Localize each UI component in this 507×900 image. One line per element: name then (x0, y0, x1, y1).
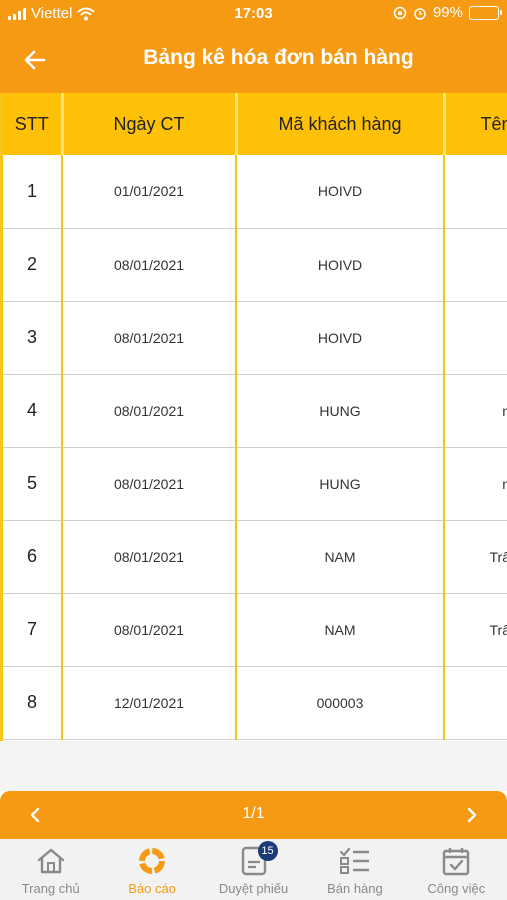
table-row[interactable]: 3 08/01/2021 HOIVD (3, 301, 507, 375)
battery-percent: 99% (432, 4, 463, 21)
back-button[interactable] (20, 45, 50, 75)
cell-name (444, 155, 507, 229)
pagination-bar: 1/1 (0, 791, 507, 839)
cell-date: 01/01/2021 (62, 155, 237, 229)
cell-stt: 2 (3, 228, 63, 302)
table-row[interactable]: 2 08/01/2021 HOIVD (3, 228, 507, 302)
cell-date: 08/01/2021 (62, 301, 237, 375)
cell-customer-code: HUNG (236, 374, 445, 448)
nav-label-sales: Bán hàng (327, 881, 383, 896)
table-row[interactable]: 1 01/01/2021 HOIVD (3, 155, 507, 229)
nav-item-tasks[interactable]: Công việc (406, 839, 507, 900)
report-icon (136, 845, 168, 877)
page-indicator: 1/1 (242, 805, 265, 822)
cell-name: Trâ (444, 520, 507, 594)
invoice-table: STT Ngày CT Mã khách hàng Tên 1 01/01/20… (3, 93, 507, 740)
table-row[interactable]: 8 12/01/2021 000003 (3, 666, 507, 740)
cell-customer-code: 000003 (236, 666, 445, 740)
nav-item-approve[interactable]: 15 Duyệt phiếu (203, 839, 304, 900)
bottom-navigation: Trang chủ Báo cáo 15 Duyệt phiếu Bán hàn… (0, 839, 507, 900)
next-page-button[interactable] (458, 801, 486, 829)
table-row[interactable]: 7 08/01/2021 NAM Trâ (3, 593, 507, 667)
column-header-customer-code: Mã khách hàng (236, 93, 446, 155)
arrow-left-icon (24, 50, 46, 70)
cell-stt: 3 (3, 301, 63, 375)
page-title: Bảng kê hóa đơn bán hàng (143, 46, 414, 69)
invoice-table-scroll[interactable]: STT Ngày CT Mã khách hàng Tên 1 01/01/20… (0, 93, 507, 741)
column-header-name: Tên (444, 93, 507, 155)
nav-label-home: Trang chủ (21, 881, 80, 896)
cell-date: 12/01/2021 (62, 666, 237, 740)
cell-date: 08/01/2021 (62, 520, 237, 594)
cell-name (444, 301, 507, 375)
column-header-date: Ngày CT (62, 93, 238, 155)
approve-doc-icon: 15 (238, 841, 278, 877)
calendar-task-icon (440, 845, 472, 877)
app-header: Viettel 17:03 99% Bảng kê hóa đơn bán hà… (0, 0, 507, 93)
table-row[interactable]: 5 08/01/2021 HUNG n (3, 447, 507, 521)
cell-customer-code: HOIVD (236, 155, 445, 229)
chevron-right-icon (467, 807, 477, 823)
cell-stt: 1 (3, 155, 63, 229)
cell-name: n (444, 374, 507, 448)
alarm-icon (414, 7, 426, 20)
nav-label-report: Báo cáo (128, 881, 176, 896)
cell-stt: 4 (3, 374, 63, 448)
cell-customer-code: NAM (236, 520, 445, 594)
cell-date: 08/01/2021 (62, 593, 237, 667)
nav-item-home[interactable]: Trang chủ (0, 839, 101, 900)
cell-name (444, 228, 507, 302)
cell-customer-code: HOIVD (236, 228, 445, 302)
cell-name (444, 666, 507, 740)
orientation-lock-icon (393, 6, 407, 19)
cell-name: n (444, 447, 507, 521)
table-row[interactable]: 6 08/01/2021 NAM Trâ (3, 520, 507, 594)
cell-date: 08/01/2021 (62, 447, 237, 521)
nav-item-sales[interactable]: Bán hàng (304, 839, 405, 900)
cell-stt: 5 (3, 447, 63, 521)
nav-label-approve: Duyệt phiếu (218, 881, 289, 896)
cell-customer-code: HUNG (236, 447, 445, 521)
status-bar: Viettel 17:03 99% (0, 0, 507, 30)
cell-stt: 6 (3, 520, 63, 594)
nav-item-report[interactable]: Báo cáo (101, 839, 202, 900)
empty-area (0, 741, 507, 791)
table-header-row: STT Ngày CT Mã khách hàng Tên (3, 93, 507, 155)
cell-customer-code: NAM (236, 593, 445, 667)
cell-customer-code: HOIVD (236, 301, 445, 375)
cell-stt: 8 (3, 666, 63, 740)
cell-name: Trâ (444, 593, 507, 667)
cell-date: 08/01/2021 (62, 374, 237, 448)
approve-badge: 15 (257, 841, 278, 861)
status-right: 99% (393, 4, 502, 21)
nav-label-tasks: Công việc (427, 881, 486, 896)
cell-date: 08/01/2021 (62, 228, 237, 302)
table-row[interactable]: 4 08/01/2021 HUNG n (3, 374, 507, 448)
home-icon (35, 845, 67, 877)
sales-list-icon (339, 845, 371, 877)
cell-stt: 7 (3, 593, 63, 667)
battery-icon (469, 5, 502, 20)
column-header-stt: STT (3, 93, 64, 155)
